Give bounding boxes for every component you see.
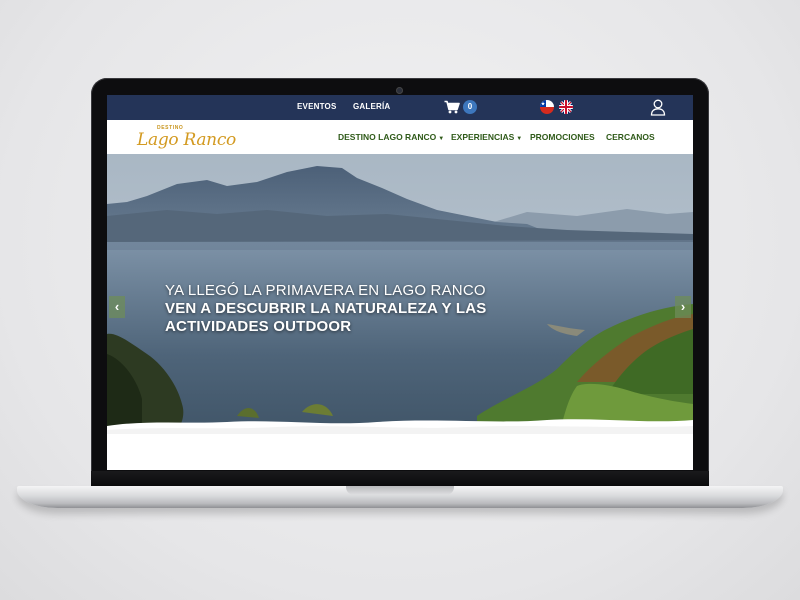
user-account-icon[interactable]: [650, 99, 666, 116]
nav-link-eventos[interactable]: EVENTOS: [297, 102, 337, 111]
nav-item-promociones[interactable]: PROMOCIONES: [530, 132, 595, 142]
logo-script-text: Lago Ranco: [137, 130, 236, 150]
caret-down-icon: ▼: [516, 136, 523, 142]
shopping-cart-icon[interactable]: [444, 100, 460, 114]
main-navbar: DESTINO Lago Ranco DESTINO LAGO RANCO ▼ E…: [107, 120, 693, 154]
hero-caption-line1: YA LLEGÓ LA PRIMAVERA EN LAGO RANCO: [165, 282, 486, 299]
hero-caption: YA LLEGÓ LA PRIMAVERA EN LAGO RANCO VEN …: [165, 282, 486, 336]
nav-item-destino[interactable]: DESTINO LAGO RANCO ▼: [338, 132, 444, 142]
nav-item-experiencias-label: EXPERIENCIAS: [451, 132, 515, 142]
laptop-screen: EVENTOS GALERÍA 0 DESTINO Lago Ranco DES…: [107, 95, 693, 470]
chile-flag-icon[interactable]: [540, 100, 554, 114]
laptop-notch: [346, 486, 454, 495]
nav-item-experiencias[interactable]: EXPERIENCIAS ▼: [451, 132, 522, 142]
camera-icon: [396, 87, 403, 94]
slider-next-button[interactable]: ›: [675, 296, 691, 318]
nav-item-cercanos[interactable]: CERCANOS: [606, 132, 655, 142]
hero-slider: YA LLEGÓ LA PRIMAVERA EN LAGO RANCO VEN …: [107, 154, 693, 470]
hero-caption-line3: ACTIVIDADES OUTDOOR: [165, 318, 352, 335]
caret-down-icon: ▼: [438, 136, 445, 142]
nav-link-galeria[interactable]: GALERÍA: [353, 102, 390, 111]
top-bar: EVENTOS GALERÍA 0: [107, 95, 693, 120]
laptop-bezel-bottom: [91, 471, 709, 487]
cart-count-badge: 0: [463, 100, 477, 114]
uk-flag-icon[interactable]: [559, 100, 573, 114]
site-logo[interactable]: DESTINO Lago Ranco: [135, 123, 236, 153]
nav-item-destino-label: DESTINO LAGO RANCO: [338, 132, 437, 142]
slider-prev-button[interactable]: ‹: [109, 296, 125, 318]
hero-caption-line2: VEN A DESCUBRIR LA NATURALEZA Y LAS: [165, 300, 487, 317]
